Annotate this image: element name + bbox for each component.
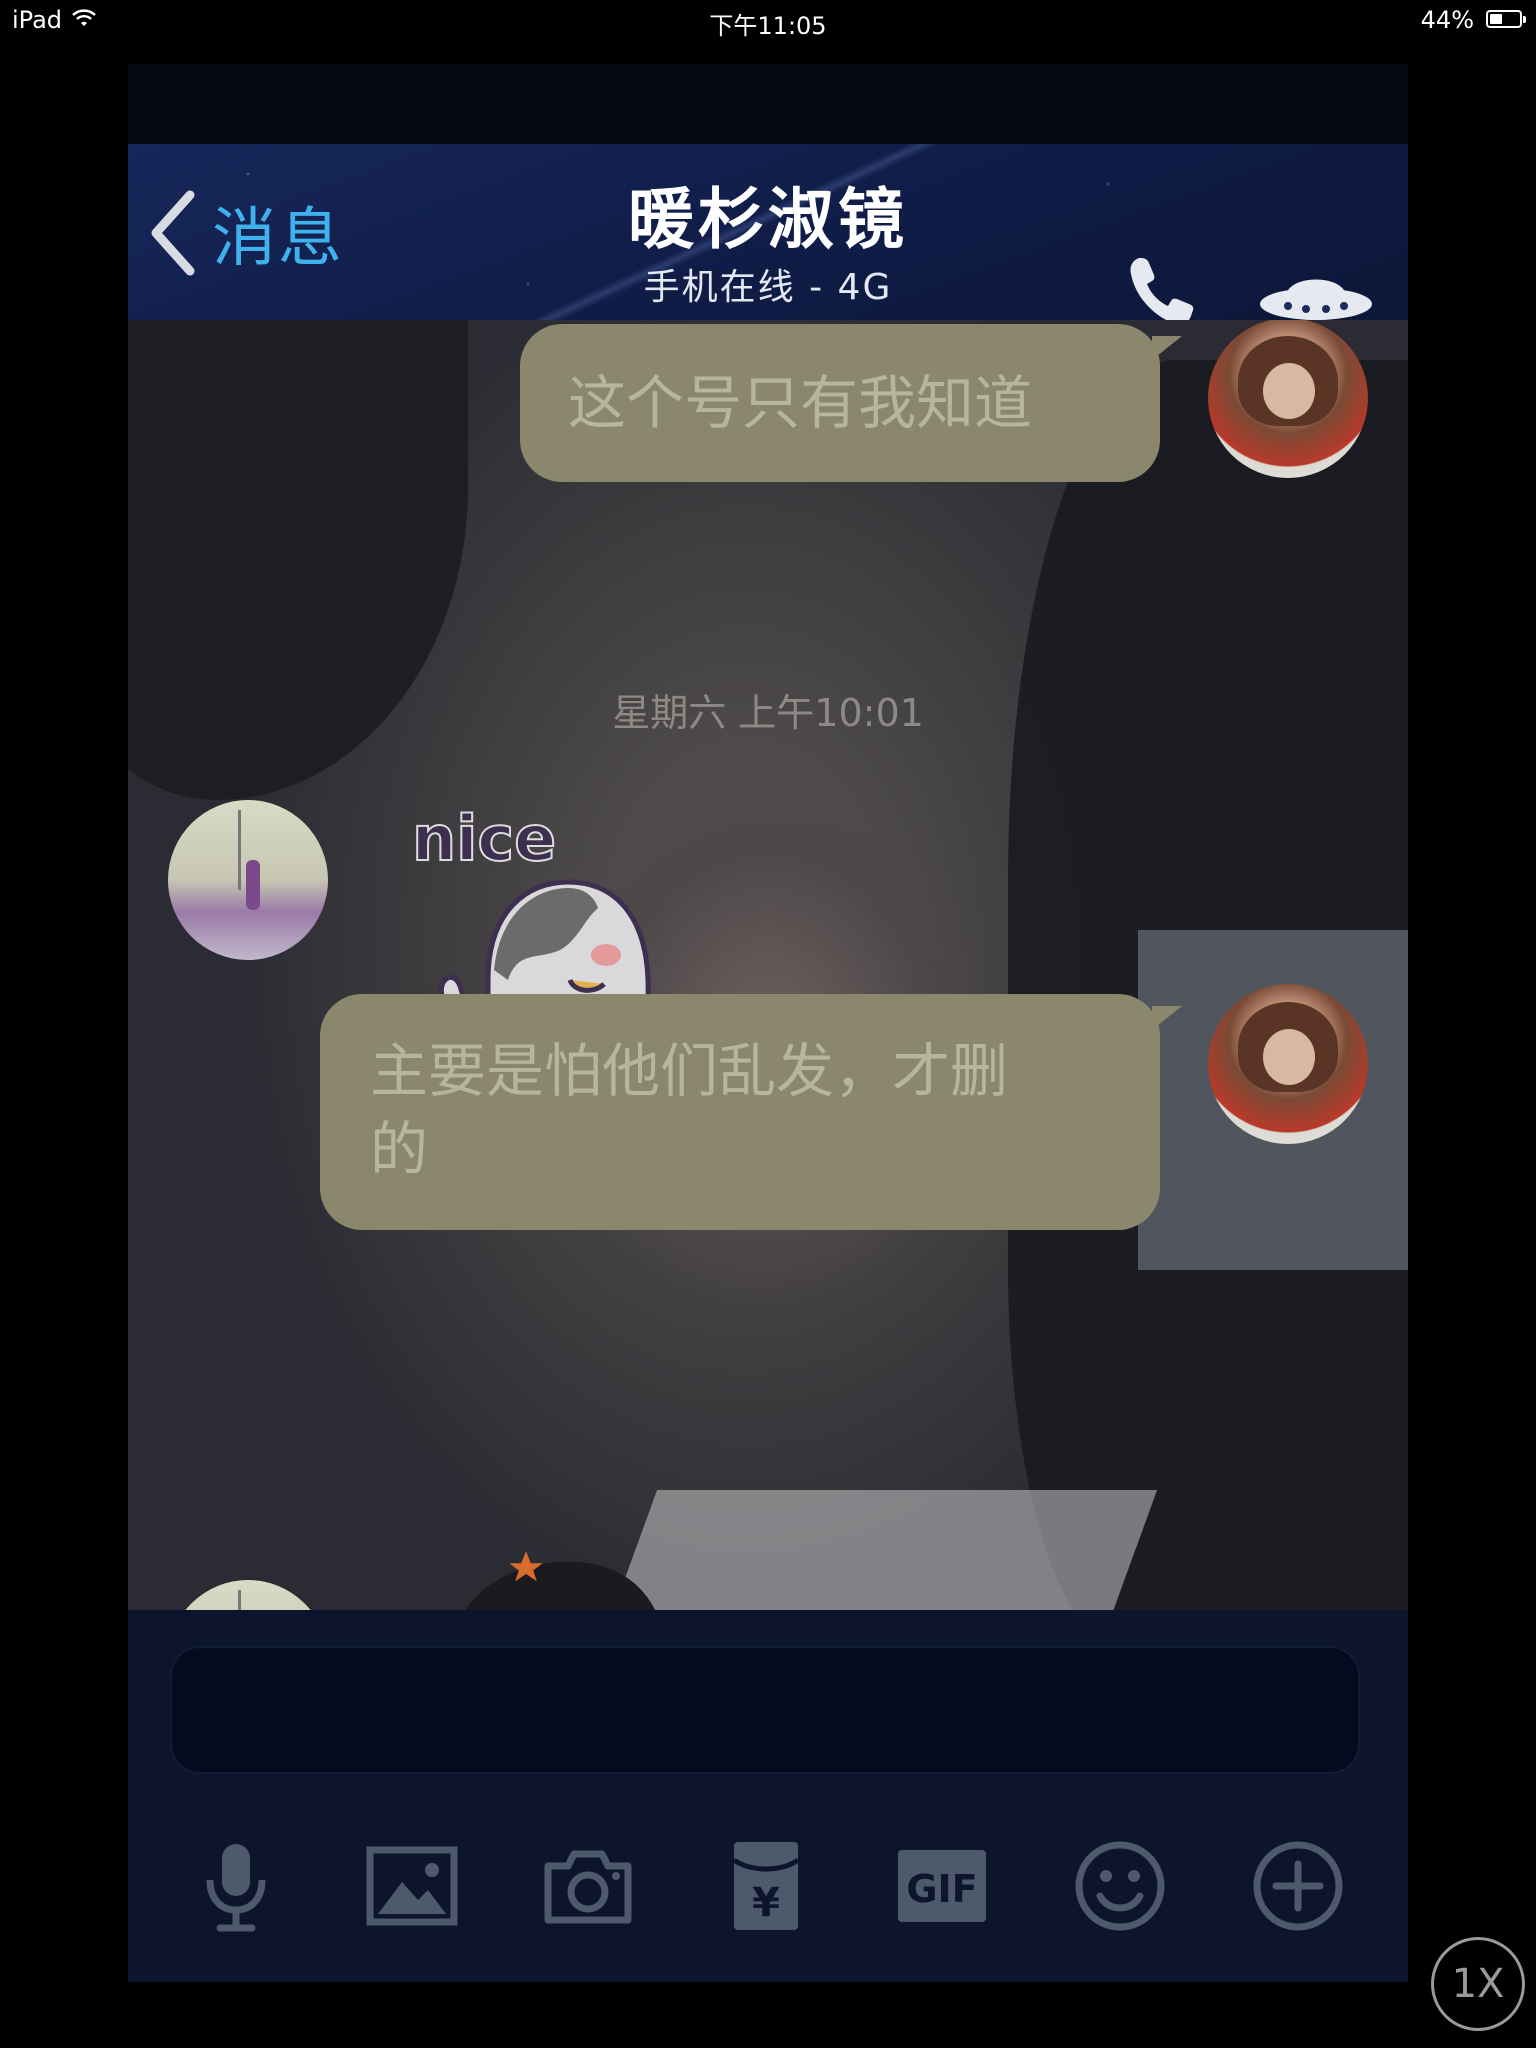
chat-app: 消息 暖杉淑镜 手机在线 - 4G 这个号只有我知道 星期六 上午10:01 n… (128, 64, 1408, 1982)
clock: 下午11:05 (709, 12, 827, 40)
online-status: 手机在线 - 4G (643, 267, 893, 308)
timestamp: 星期六 上午10:01 (612, 691, 924, 735)
contact-avatar[interactable] (168, 1580, 328, 1610)
status-bar: iPad 下午11:05 44% (0, 0, 1536, 40)
microphone-icon (206, 1844, 266, 1932)
image-icon (366, 1846, 458, 1926)
my-avatar[interactable] (1208, 984, 1368, 1144)
svg-text:¥: ¥ (752, 1880, 780, 1926)
gif-icon: GIF (898, 1850, 986, 1922)
zoom-toggle-button[interactable]: 1X (1431, 1937, 1525, 2031)
red-packet-button[interactable]: ¥ (716, 1836, 816, 1936)
message-text-line-1: 主要是怕他们乱发，才删 (370, 1037, 1009, 1105)
message-text: 这个号只有我知道 (568, 369, 1033, 437)
input-bar: ¥ GIF (128, 1610, 1408, 1982)
photo-button[interactable] (362, 1836, 462, 1936)
camera-icon (544, 1850, 632, 1924)
message-text-line-2: 的 (370, 1115, 429, 1183)
plus-icon (1253, 1841, 1343, 1931)
more-button[interactable] (1248, 1836, 1348, 1936)
chat-header: 消息 暖杉淑镜 手机在线 - 4G (128, 144, 1408, 325)
camera-button[interactable] (538, 1836, 638, 1936)
sticker-text: nice (412, 802, 556, 875)
message-bubble[interactable]: 主要是怕他们乱发，才删 的 (320, 994, 1182, 1230)
contact-name: 暖杉淑镜 (628, 181, 908, 258)
red-packet-icon: ¥ (732, 1842, 800, 1930)
battery-level (1490, 14, 1503, 24)
emoji-button[interactable] (1070, 1836, 1170, 1936)
gif-button[interactable]: GIF (892, 1836, 992, 1936)
message-bubble[interactable]: 这个号只有我知道 (520, 324, 1182, 482)
girl-sticker[interactable] (418, 1550, 678, 1610)
my-avatar[interactable] (1208, 320, 1368, 478)
battery-icon (1486, 10, 1526, 28)
emoji-icon (1075, 1841, 1165, 1931)
message-input[interactable] (170, 1646, 1360, 1774)
toolbar: ¥ GIF (128, 1836, 1408, 1956)
battery-percent: 44% (1420, 6, 1474, 34)
svg-text:GIF: GIF (906, 1867, 977, 1911)
voice-button[interactable] (186, 1836, 286, 1936)
chat-area[interactable]: 这个号只有我知道 星期六 上午10:01 nice 主要是怕他们乱发，才删 的 (128, 320, 1408, 1610)
chat-background-collar (598, 1490, 1158, 1610)
ufo-icon[interactable] (1258, 260, 1374, 326)
contact-avatar[interactable] (168, 800, 328, 960)
